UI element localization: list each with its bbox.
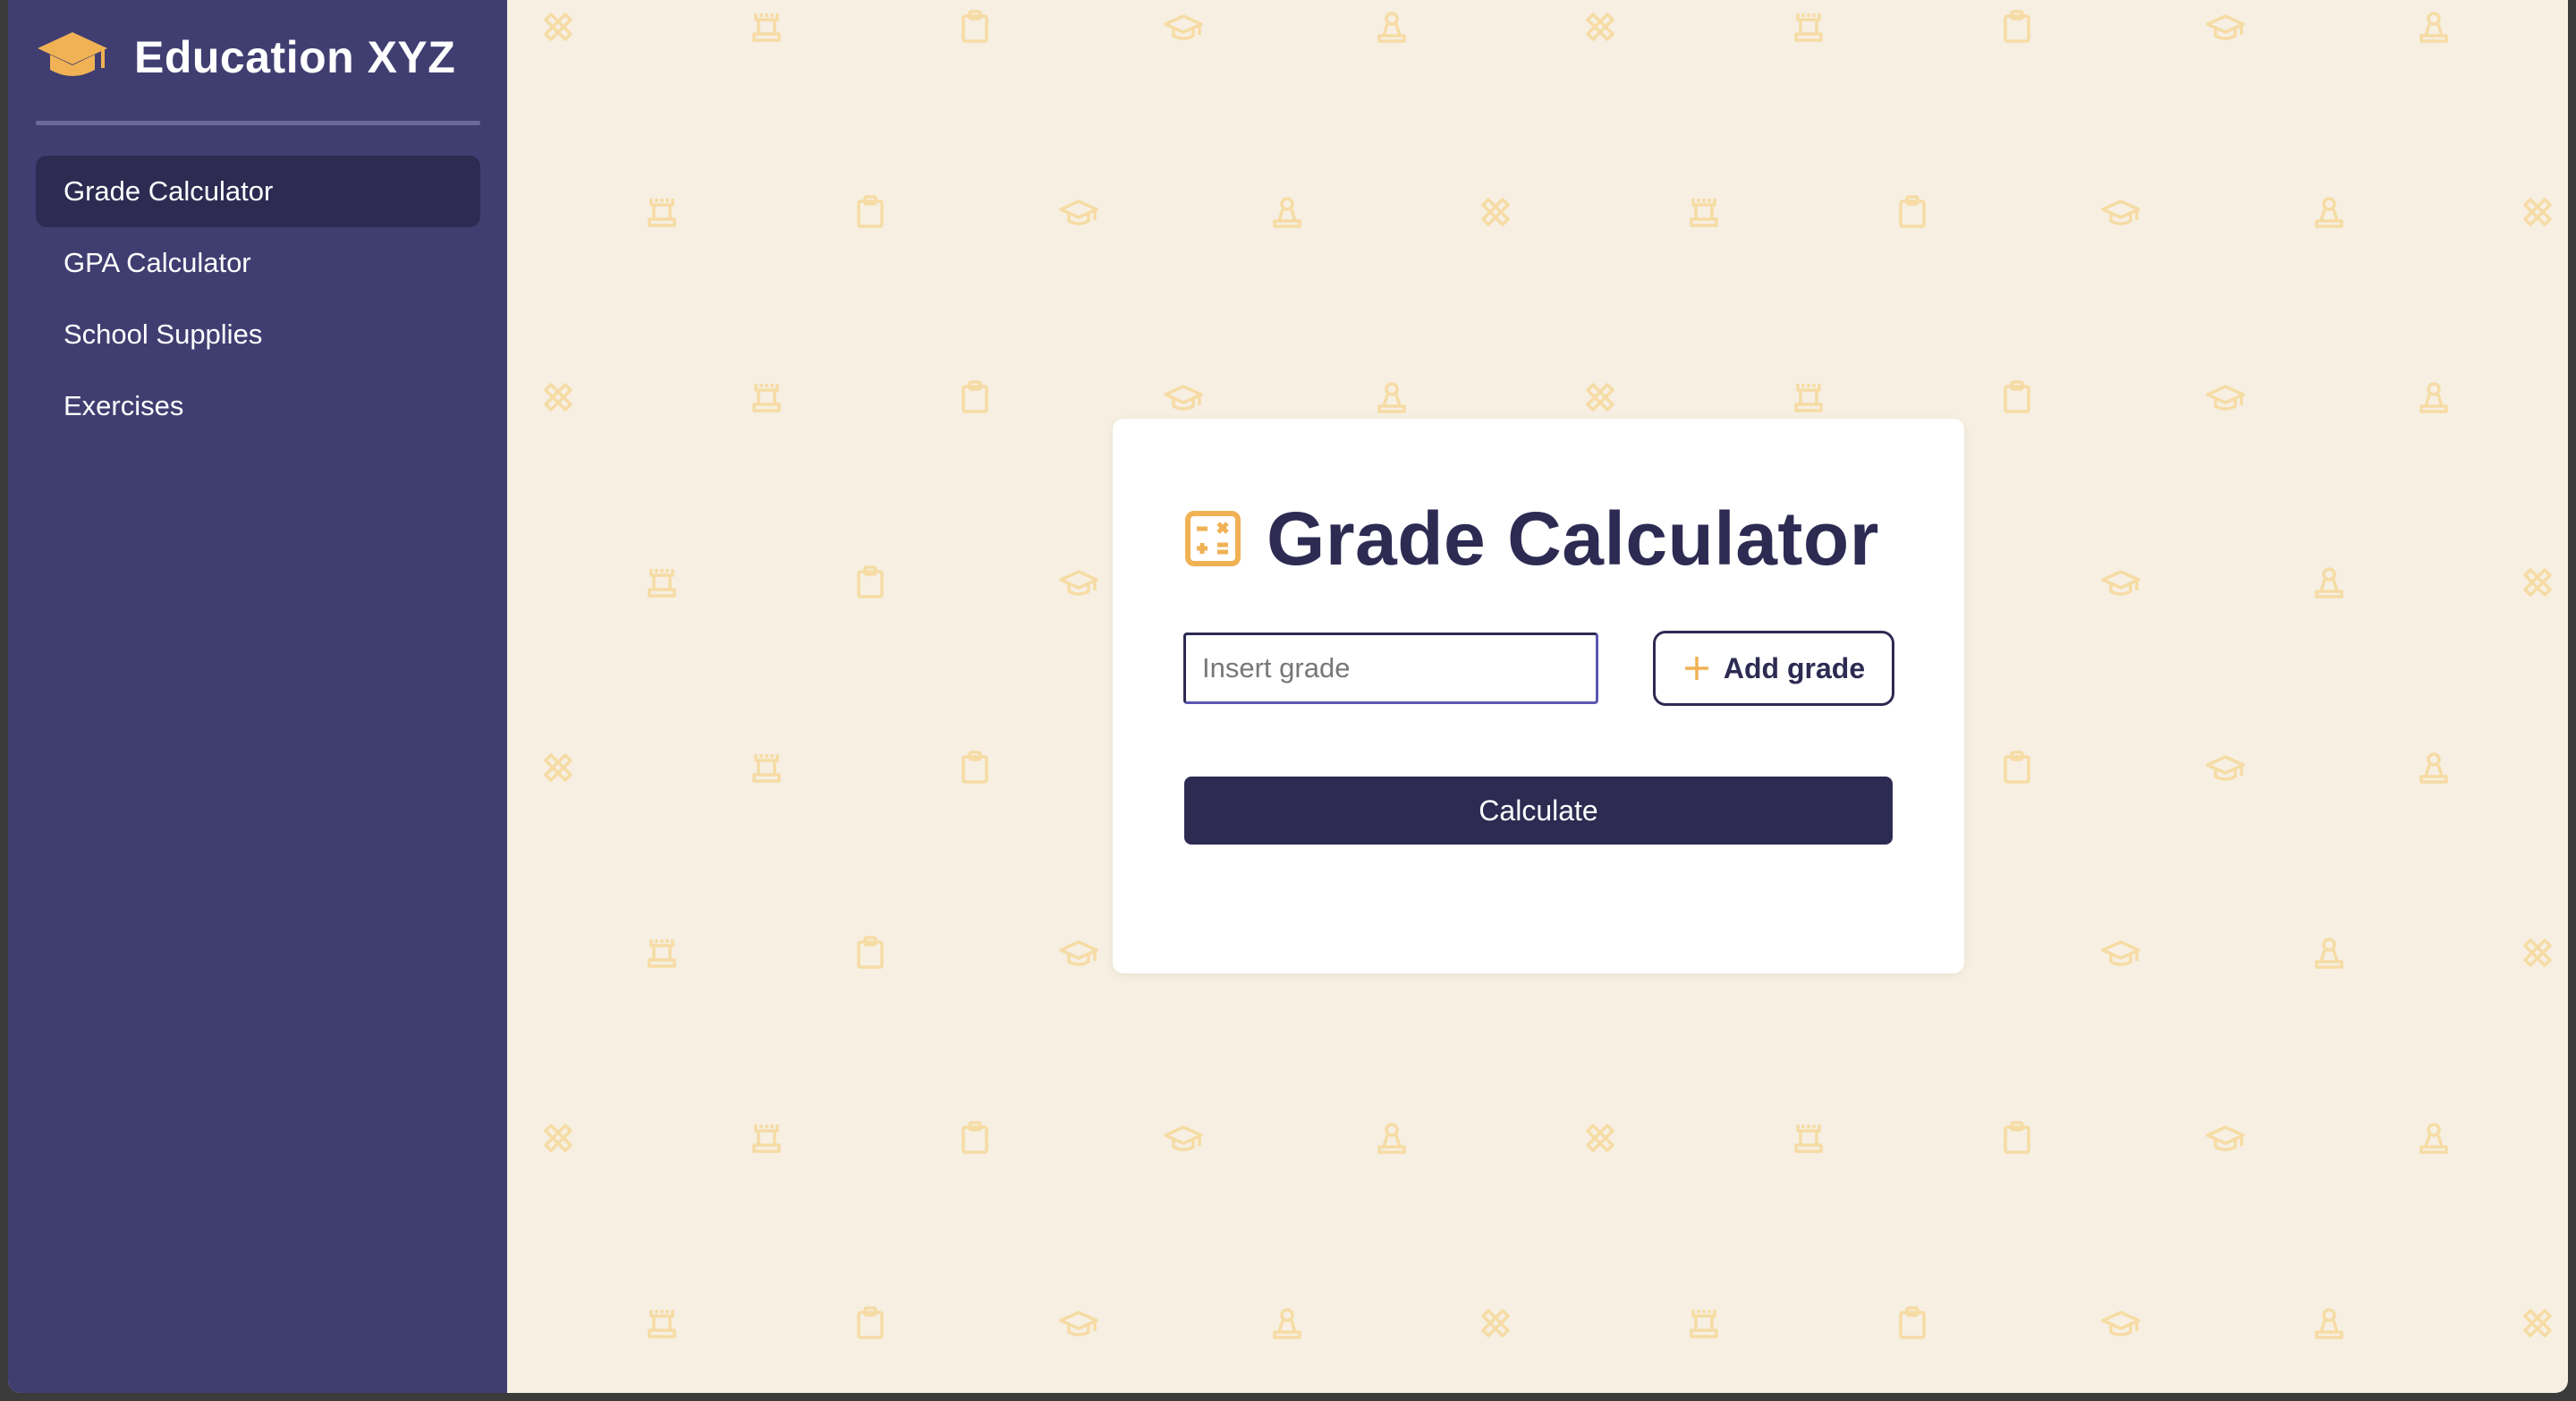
clipboard-icon bbox=[962, 10, 988, 43]
add-grade-label: Add grade bbox=[1723, 651, 1866, 684]
pencil-ruler-icon bbox=[1586, 1124, 1614, 1152]
brand-title: Education XYZ bbox=[134, 32, 456, 82]
clipboard-icon bbox=[857, 936, 884, 969]
clipboard-icon bbox=[857, 565, 884, 599]
graduation-cap-icon bbox=[1164, 1125, 1203, 1151]
graduation-cap-icon bbox=[2101, 570, 2140, 596]
grade-calculator-card: Grade Calculator Add grade Calculate bbox=[1113, 419, 1964, 973]
graduation-cap-icon bbox=[1164, 14, 1203, 40]
clipboard-icon bbox=[2004, 10, 2030, 43]
clipboard-icon bbox=[2004, 1121, 2030, 1154]
pencil-ruler-icon bbox=[544, 383, 572, 412]
pencil-ruler-icon bbox=[2523, 1309, 2552, 1337]
calculator-icon bbox=[1185, 511, 1241, 566]
clipboard-icon bbox=[1899, 1306, 1926, 1339]
graduation-cap-icon bbox=[1059, 940, 1098, 966]
pencil-ruler-icon bbox=[544, 753, 572, 782]
graduation-cap-icon bbox=[2206, 1125, 2245, 1151]
page-title: Grade Calculator bbox=[1267, 496, 1879, 581]
pencil-ruler-icon bbox=[1586, 13, 1614, 41]
graduation-cap-icon bbox=[2206, 14, 2245, 40]
pencil-ruler-icon bbox=[544, 13, 572, 41]
sidebar: Education XYZ Grade Calculator GPA Calcu… bbox=[8, 0, 507, 1393]
chess-pawn-icon bbox=[2419, 12, 2448, 43]
calculate-button[interactable]: Calculate bbox=[1184, 777, 1893, 845]
chess-pawn-icon bbox=[1273, 197, 1301, 228]
sidebar-item-school-supplies[interactable]: School Supplies bbox=[36, 299, 480, 370]
chess-rook-icon bbox=[752, 754, 781, 783]
clipboard-icon bbox=[962, 1121, 988, 1154]
graduation-cap-icon bbox=[2206, 755, 2245, 781]
sidebar-item-exercises[interactable]: Exercises bbox=[36, 370, 480, 442]
chess-rook-icon bbox=[1690, 199, 1718, 227]
graduation-cap-icon bbox=[2206, 385, 2245, 411]
brand[interactable]: Education XYZ bbox=[36, 25, 455, 89]
pencil-ruler-icon bbox=[2523, 568, 2552, 597]
graduation-cap-icon bbox=[2101, 940, 2140, 966]
chess-rook-icon bbox=[1794, 13, 1823, 42]
graduation-cap-icon bbox=[1059, 200, 1098, 225]
pencil-ruler-icon bbox=[1586, 383, 1614, 412]
chess-pawn-icon bbox=[2315, 938, 2343, 969]
clipboard-icon bbox=[857, 1306, 884, 1339]
app-window: Education XYZ Grade Calculator GPA Calcu… bbox=[8, 0, 2568, 1393]
chess-rook-icon bbox=[648, 1310, 676, 1338]
chess-rook-icon bbox=[1690, 1310, 1718, 1338]
pencil-ruler-icon bbox=[1481, 198, 1510, 226]
sidebar-item-grade-calculator[interactable]: Grade Calculator bbox=[36, 156, 480, 227]
clipboard-icon bbox=[1899, 195, 1926, 228]
add-grade-button[interactable]: Add grade bbox=[1653, 631, 1894, 706]
pencil-ruler-icon bbox=[2523, 198, 2552, 226]
sidebar-divider bbox=[36, 121, 480, 125]
pencil-ruler-icon bbox=[2523, 938, 2552, 967]
clipboard-icon bbox=[2004, 751, 2030, 784]
graduation-cap-icon bbox=[38, 32, 107, 76]
pencil-ruler-icon bbox=[1481, 1309, 1510, 1337]
pencil-ruler-icon bbox=[544, 1124, 572, 1152]
chess-pawn-icon bbox=[2315, 1308, 2343, 1339]
plus-icon bbox=[1684, 657, 1708, 680]
chess-pawn-icon bbox=[1377, 1123, 1406, 1154]
graduation-cap-icon bbox=[1059, 1311, 1098, 1337]
chess-pawn-icon bbox=[1377, 12, 1406, 43]
clipboard-icon bbox=[962, 380, 988, 413]
chess-pawn-icon bbox=[2315, 197, 2343, 228]
clipboard-icon bbox=[857, 195, 884, 228]
grade-input[interactable] bbox=[1183, 633, 1598, 704]
chess-rook-icon bbox=[1794, 384, 1823, 412]
chess-pawn-icon bbox=[2419, 382, 2448, 413]
chess-rook-icon bbox=[648, 199, 676, 227]
chess-pawn-icon bbox=[1377, 382, 1406, 413]
chess-rook-icon bbox=[752, 13, 781, 42]
chess-rook-icon bbox=[648, 939, 676, 968]
clipboard-icon bbox=[2004, 380, 2030, 413]
chess-pawn-icon bbox=[2419, 1123, 2448, 1154]
chess-rook-icon bbox=[1794, 1125, 1823, 1153]
graduation-cap-icon bbox=[1164, 385, 1203, 411]
chess-pawn-icon bbox=[2419, 752, 2448, 784]
graduation-cap-icon bbox=[2101, 200, 2140, 225]
chess-rook-icon bbox=[752, 1125, 781, 1153]
sidebar-nav: Grade Calculator GPA Calculator School S… bbox=[36, 156, 480, 442]
chess-rook-icon bbox=[648, 569, 676, 598]
clipboard-icon bbox=[962, 751, 988, 784]
chess-pawn-icon bbox=[2315, 567, 2343, 599]
chess-pawn-icon bbox=[1273, 1308, 1301, 1339]
chess-rook-icon bbox=[752, 384, 781, 412]
card-header: Grade Calculator bbox=[1184, 494, 1879, 583]
graduation-cap-icon bbox=[2101, 1311, 2140, 1337]
graduation-cap-icon bbox=[1059, 570, 1098, 596]
sidebar-item-gpa-calculator[interactable]: GPA Calculator bbox=[36, 227, 480, 299]
